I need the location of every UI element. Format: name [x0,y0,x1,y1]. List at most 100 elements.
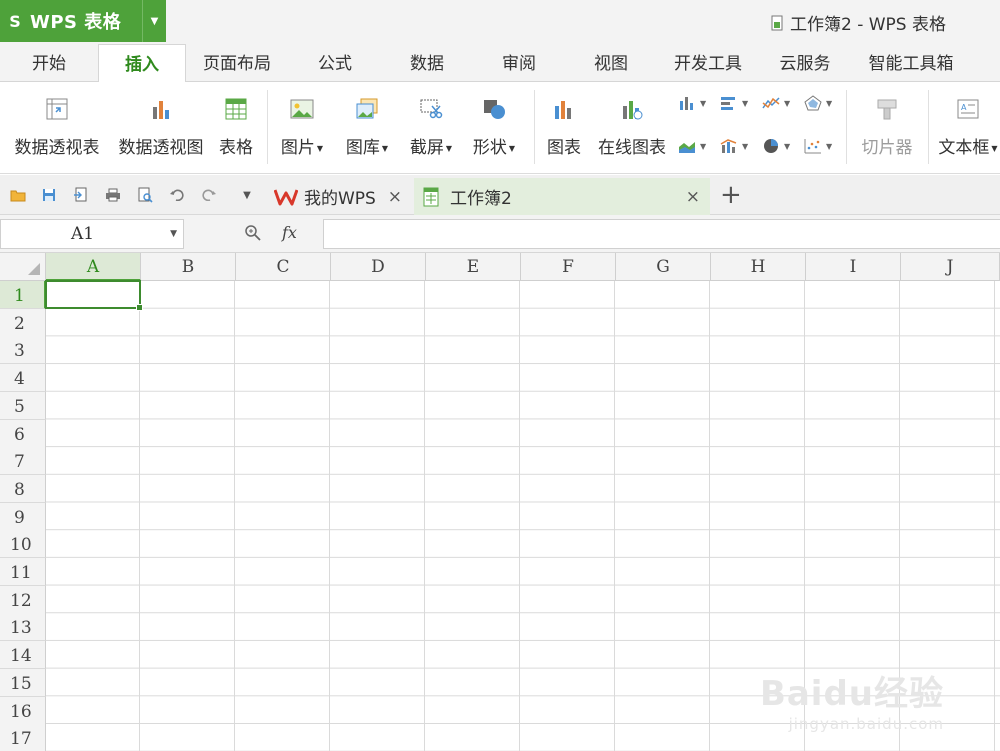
export-pdf-icon[interactable] [72,186,90,204]
column-header-c[interactable]: C [236,253,331,281]
ribbon-insert-panel: 数据透视表 数据透视图 表格 图片 ▼ 图库 ▼ 截屏 ▼ 形状 ▼ 图表 在线… [0,82,1000,174]
row-header-3[interactable]: 3 [0,336,46,365]
row-header-8[interactable]: 8 [0,474,46,503]
tab-home[interactable]: 开始 [10,44,88,82]
row-header-5[interactable]: 5 [0,391,46,420]
row-header-10[interactable]: 10 [0,530,46,559]
close-tab-icon[interactable]: × [388,187,402,207]
ribbon-tab-bar: 开始 插入 页面布局 公式 数据 审阅 视图 开发工具 云服务 智能工具箱 [0,44,1000,83]
textbox-label: 文本框 [938,138,990,158]
watermark-url: jingyan.baidu.com [788,715,944,733]
line-chart-button[interactable]: ▼ [762,94,798,112]
name-box-dropdown-icon[interactable]: ▼ [170,220,177,248]
pie-chart-icon [764,139,778,153]
print-preview-icon[interactable] [136,186,154,204]
new-tab-plus-icon[interactable]: + [720,180,742,210]
formula-input[interactable] [323,219,1000,249]
slicer-label: 切片器 [861,138,913,158]
tab-developer[interactable]: 开发工具 [664,44,752,82]
column-header-h[interactable]: H [711,253,806,281]
doc-tab-workbook2[interactable]: 工作簿2 × [414,178,710,215]
shapes-button[interactable]: 形状 ▼ [466,82,522,174]
column-header-f[interactable]: F [521,253,616,281]
print-icon[interactable] [104,186,122,204]
shapes-dropdown-icon[interactable]: ▼ [509,144,515,153]
insert-function-button[interactable]: fx [282,223,297,242]
tab-page-layout[interactable]: 页面布局 [194,44,280,82]
tab-view[interactable]: 视图 [572,44,650,82]
shapes-icon [484,100,505,119]
textbox-dropdown-icon[interactable]: ▼ [991,144,997,153]
active-cell-a1[interactable] [45,280,143,311]
save-icon[interactable] [40,186,58,204]
zoom-search-icon[interactable] [244,224,262,246]
table-button[interactable]: 表格 [214,82,258,174]
tab-insert[interactable]: 插入 [98,44,186,83]
app-menu-button[interactable]: S WPS 表格 ▼ [0,0,166,42]
column-header-g[interactable]: G [616,253,711,281]
row-header-7[interactable]: 7 [0,447,46,476]
slicer-icon [877,99,897,120]
radar-chart-button[interactable]: ▼ [804,94,840,112]
column-header-d[interactable]: D [331,253,426,281]
column-header-b[interactable]: B [141,253,236,281]
pivot-table-button[interactable]: 数据透视表 [10,82,104,174]
tab-data[interactable]: 数据 [388,44,466,82]
row-header-12[interactable]: 12 [0,585,46,614]
doc-tab-my-wps[interactable]: 我的WPS × [266,178,412,215]
area-chart-button[interactable]: ▼ [678,137,714,155]
row-header-15[interactable]: 15 [0,668,46,697]
tab-smart-toolbox[interactable]: 智能工具箱 [858,44,964,82]
online-chart-button[interactable]: 在线图表 [594,82,670,174]
column-header-e[interactable]: E [426,253,521,281]
scatter-chart-button[interactable]: ▼ [804,137,840,155]
column-header-i[interactable]: I [806,253,901,281]
row-header-16[interactable]: 16 [0,696,46,725]
column-chart-button[interactable]: ▼ [678,94,714,112]
app-menu-dropdown-icon[interactable]: ▼ [142,0,166,42]
bar-chart-icon [721,97,735,110]
column-header-j[interactable]: J [901,253,1000,281]
wps-app-logo-icon: S [9,11,21,31]
select-all-corner[interactable] [0,253,46,281]
pie-chart-button[interactable]: ▼ [762,137,798,155]
chart-button[interactable]: 图表 [542,82,586,174]
formula-bar: A1 ▼ fx [0,215,1000,253]
open-folder-icon[interactable] [9,186,27,204]
online-chart-label: 在线图表 [598,138,666,158]
slicer-button[interactable]: 切片器 [854,82,920,174]
combo-chart-button[interactable]: ▼ [720,137,756,155]
pivot-table-icon [46,98,68,120]
tab-formulas[interactable]: 公式 [296,44,374,82]
row-header-11[interactable]: 11 [0,558,46,586]
textbox-button[interactable]: A 文本框 ▼ [936,82,1000,174]
row-header-9[interactable]: 9 [0,502,46,531]
picture-button[interactable]: 图片 ▼ [276,82,328,174]
row-header-6[interactable]: 6 [0,419,46,448]
picture-dropdown-icon[interactable]: ▼ [317,144,323,153]
screenshot-button[interactable]: 截屏 ▼ [404,82,458,174]
row-header-2[interactable]: 2 [0,308,46,337]
customize-toolbar-dropdown-icon[interactable]: ▼ [238,186,256,204]
bar-chart-button[interactable]: ▼ [720,94,756,112]
pivot-chart-button[interactable]: 数据透视图 [114,82,208,174]
redo-icon[interactable] [200,186,218,204]
name-box[interactable]: A1 ▼ [0,219,184,249]
wps-spreadsheet-window: S WPS 表格 ▼ 工作簿2 - WPS 表格 开始 插入 页面布局 公式 数… [0,0,1000,751]
column-header-a[interactable]: A [46,253,141,281]
undo-icon[interactable] [168,186,186,204]
tab-review[interactable]: 审阅 [480,44,558,82]
window-title: 工作簿2 - WPS 表格 [770,10,946,35]
close-tab-icon[interactable]: × [686,187,700,207]
row-header-13[interactable]: 13 [0,613,46,642]
row-header-14[interactable]: 14 [0,641,46,670]
gallery-button[interactable]: 图库 ▼ [340,82,394,174]
row-header-1[interactable]: 1 [0,281,46,309]
document-icon [771,15,783,30]
column-chart-icon [680,97,693,110]
screenshot-dropdown-icon[interactable]: ▼ [446,144,452,153]
gallery-dropdown-icon[interactable]: ▼ [382,144,388,153]
row-header-4[interactable]: 4 [0,364,46,393]
tab-cloud[interactable]: 云服务 [766,44,844,82]
row-header-17[interactable]: 17 [0,724,46,751]
